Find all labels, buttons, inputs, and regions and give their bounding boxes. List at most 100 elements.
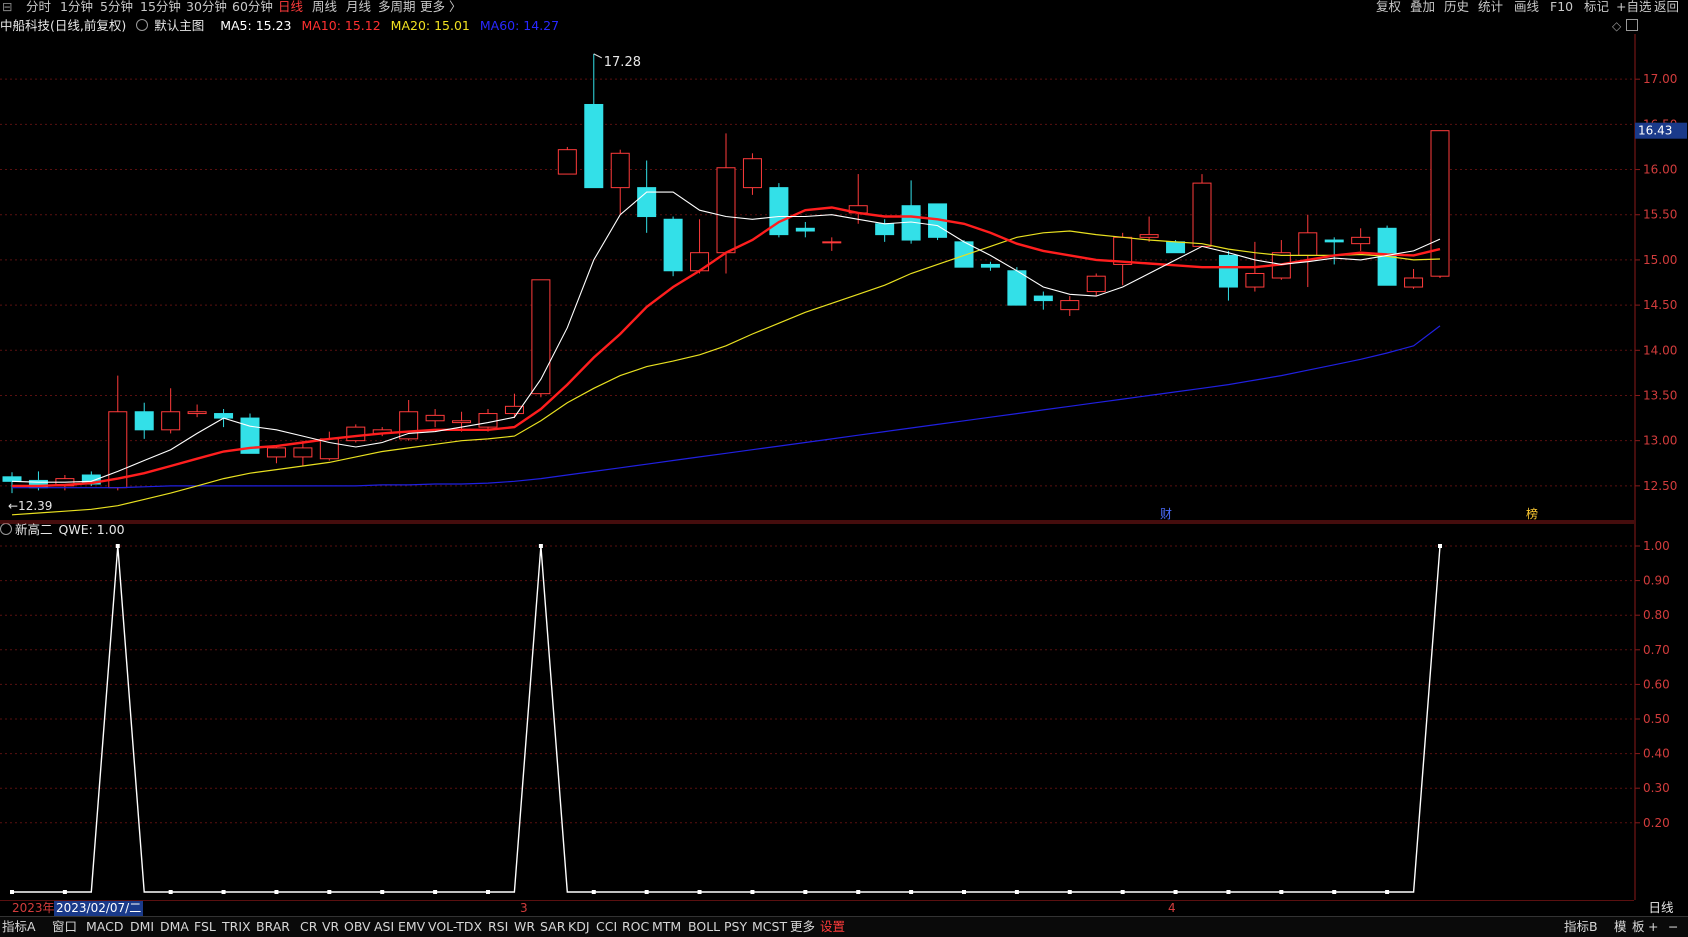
indicator-tab-25[interactable]: 设置: [820, 919, 845, 935]
toolbar-item-2[interactable]: 5分钟: [100, 0, 133, 14]
indicator-tab-8[interactable]: CR: [300, 919, 317, 935]
qwe-point-18: [486, 890, 490, 894]
qwe-point-48: [1279, 890, 1284, 894]
toolbar-right-item-1[interactable]: 叠加: [1410, 0, 1435, 14]
indicator-chart[interactable]: [0, 522, 1634, 900]
sub-tick-3: 0.70: [1643, 643, 1670, 657]
ma20-value: MA20: 15.01: [390, 18, 470, 33]
toolbar-item-8[interactable]: 月线: [346, 0, 371, 14]
indicator-tab-15[interactable]: WR: [514, 919, 535, 935]
candle-body-49: [1298, 232, 1318, 256]
toolbar-item-4[interactable]: 30分钟: [186, 0, 227, 14]
date-month-4: 4: [1168, 901, 1176, 915]
candle-body-12: [319, 438, 339, 460]
candle-body-37: [980, 263, 1000, 268]
indicator-tab-17[interactable]: KDJ: [568, 919, 590, 935]
candle-body-30: [795, 227, 815, 232]
bottom-right-item-0[interactable]: 指标B: [1564, 919, 1598, 935]
qwe-point-24: [644, 890, 649, 894]
ma10-value: MA10: 15.12: [301, 18, 381, 33]
qwe-point-16: [433, 890, 438, 894]
indicator-tab-2[interactable]: MACD: [86, 919, 123, 935]
toolbar-right-item-2[interactable]: 历史: [1444, 0, 1469, 14]
indicator-tab-3[interactable]: DMI: [130, 919, 154, 935]
toolbar-item-3[interactable]: 15分钟: [140, 0, 181, 14]
indicator-tab-23[interactable]: MCST: [752, 919, 787, 935]
indicator-tab-24[interactable]: 更多: [790, 919, 815, 935]
candle-body-13: [346, 426, 366, 442]
window-icon[interactable]: ⊟: [2, 0, 12, 14]
stock-name: 中船科技(日线,前复权): [0, 18, 127, 33]
bottom-right-item-2[interactable]: 板: [1632, 919, 1645, 935]
qwe-point-50: [1332, 890, 1337, 894]
indicator-tab-4[interactable]: DMA: [160, 919, 189, 935]
candle-body-33: [875, 223, 895, 236]
toolbar-right-item-4[interactable]: 画线: [1514, 0, 1539, 14]
price-tick-7: 13.50: [1643, 388, 1677, 402]
toolbar-item-0[interactable]: 分时: [26, 0, 51, 14]
settings-diamond-icon[interactable]: ◇: [1612, 19, 1621, 33]
indicator-tab-21[interactable]: BOLL: [688, 919, 720, 935]
indicator-tab-19[interactable]: ROC: [622, 919, 649, 935]
indicator-tab-9[interactable]: VR: [322, 919, 339, 935]
bang-marker: 榜: [1526, 506, 1538, 521]
indicator-tab-6[interactable]: TRIX: [222, 919, 251, 935]
bottom-right-item-3[interactable]: +: [1648, 919, 1658, 935]
candle-body-23: [610, 152, 630, 189]
indicator-tab-11[interactable]: ASI: [374, 919, 394, 935]
low-label: ←12.39: [8, 499, 52, 513]
candle-body-6: [161, 411, 181, 431]
indicator-tab-14[interactable]: RSI: [488, 919, 508, 935]
price-tick-9: 12.50: [1643, 479, 1677, 493]
candle-body-22: [584, 103, 604, 189]
qwe-point-4: [115, 544, 120, 548]
toolbar-item-1[interactable]: 1分钟: [60, 0, 93, 14]
indicator-tab-20[interactable]: MTM: [652, 919, 681, 935]
price-tick-0: 17.00: [1643, 72, 1677, 86]
indicator-tab-1[interactable]: 窗口: [52, 919, 77, 935]
toolbar-item-7[interactable]: 周线: [312, 0, 337, 14]
toolbar-item-5[interactable]: 60分钟: [232, 0, 273, 14]
toolbar-item-6[interactable]: 日线: [278, 0, 303, 14]
ma60-value: MA60: 14.27: [479, 18, 560, 33]
maximize-icon[interactable]: [1626, 19, 1638, 31]
indicator-tab-18[interactable]: CCI: [596, 919, 617, 935]
indicator-tab-13[interactable]: VOL-TDX: [428, 919, 482, 935]
indicator-tab-10[interactable]: OBV: [344, 919, 371, 935]
candle-body-40: [1060, 300, 1080, 311]
qwe-point-8: [221, 890, 226, 894]
indicator-tab-5[interactable]: FSL: [194, 919, 216, 935]
price-tick-4: 15.00: [1643, 253, 1677, 267]
price-tick-8: 13.00: [1643, 434, 1677, 448]
sub-tick-5: 0.50: [1643, 712, 1670, 726]
toolbar-right-item-6[interactable]: 标记: [1584, 0, 1609, 14]
candle-body-25: [663, 218, 683, 272]
toolbar-right-item-0[interactable]: 复权: [1376, 0, 1401, 14]
indicator-tab-16[interactable]: SAR: [540, 919, 565, 935]
indicator-tab-12[interactable]: EMV: [398, 919, 425, 935]
indicator-tab-22[interactable]: PSY: [724, 919, 747, 935]
candlestick-chart[interactable]: 17.28 ←12.39 财 榜: [0, 34, 1634, 522]
bottom-right-item-1[interactable]: 模: [1614, 919, 1627, 935]
candle-body-39: [1033, 295, 1053, 302]
toolbar-right-item-5[interactable]: F10: [1550, 0, 1573, 14]
candle-body-17: [452, 420, 472, 424]
toolbar-right-item-8[interactable]: 返回: [1654, 0, 1679, 14]
indicator-tab-0[interactable]: 指标A: [2, 919, 36, 935]
candle-body-21: [557, 149, 577, 175]
qwe-point-0: [10, 890, 14, 894]
toolbar-item-10[interactable]: 更多 〉: [420, 0, 461, 14]
toolbar-right-item-7[interactable]: +自选: [1616, 0, 1651, 14]
bottom-right-item-4[interactable]: −: [1668, 919, 1678, 935]
candle-body-16: [425, 414, 445, 422]
candle-body-10: [266, 447, 286, 458]
period-label[interactable]: 日线: [1634, 900, 1688, 916]
main-chart-selector[interactable]: 默认主图: [136, 18, 210, 33]
qwe-point-36: [962, 890, 966, 894]
toolbar-item-9[interactable]: 多周期: [378, 0, 416, 14]
date-axis-line: [0, 900, 1634, 901]
top-toolbar: ⊟ 分时 1分钟 5分钟 15分钟 30分钟 60分钟 日线 周线 月线 多周期 更多 〉 复权 叠加历…: [0, 0, 1688, 16]
indicator-tab-7[interactable]: BRAR: [256, 919, 290, 935]
current-price-label: 16.43: [1638, 124, 1672, 138]
toolbar-right-item-3[interactable]: 统计: [1478, 0, 1503, 14]
